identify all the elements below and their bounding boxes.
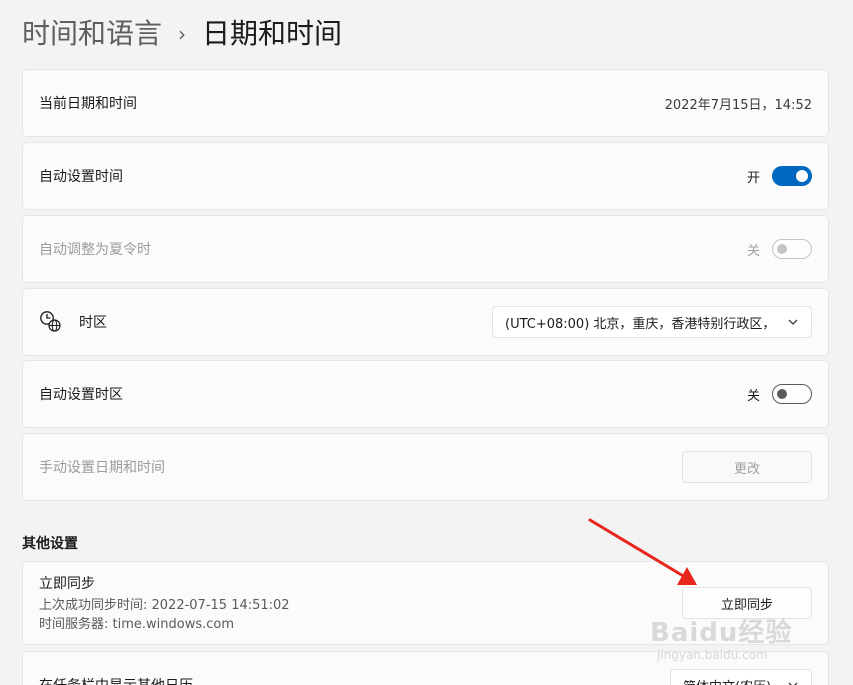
auto-time-card: 自动设置时间 开 <box>22 142 829 210</box>
toggle-knob <box>777 389 787 399</box>
chevron-down-icon <box>788 319 798 325</box>
current-datetime-label: 当前日期和时间 <box>39 96 137 112</box>
calendar-selected: 简体中文(农历) <box>683 676 777 685</box>
toggle-knob <box>777 244 787 254</box>
manual-set-label: 手动设置日期和时间 <box>39 460 165 476</box>
auto-time-toggle[interactable] <box>772 166 812 186</box>
calendar-dropdown[interactable]: 简体中文(农历) <box>670 669 812 685</box>
auto-dst-state: 关 <box>746 243 760 259</box>
current-datetime-value: 2022年7月15日，14:52 <box>664 97 812 113</box>
auto-timezone-state: 关 <box>746 388 760 404</box>
auto-time-label: 自动设置时间 <box>39 169 123 185</box>
auto-dst-label: 自动调整为夏令时 <box>39 242 151 258</box>
auto-time-state: 开 <box>746 170 760 186</box>
timezone-card: 时区 (UTC+08:00) 北京，重庆，香港特别行政区， <box>22 288 829 356</box>
watermark-logo: Baidu经验 <box>650 618 793 648</box>
other-settings-heading: 其他设置 <box>22 536 78 552</box>
toggle-knob <box>796 170 808 182</box>
watermark-url: jingyan.baidu.com <box>657 648 768 662</box>
calendar-label: 在任务栏中显示其他日历 <box>39 675 193 685</box>
auto-dst-card: 自动调整为夏令时 关 <box>22 215 829 283</box>
breadcrumb-parent-link[interactable]: 时间和语言 <box>22 14 162 54</box>
auto-timezone-card: 自动设置时区 关 <box>22 360 829 428</box>
timezone-label: 时区 <box>79 315 107 331</box>
time-server-text: 时间服务器: time.windows.com <box>39 616 235 632</box>
sync-label: 立即同步 <box>39 575 95 592</box>
timezone-selected: (UTC+08:00) 北京，重庆，香港特别行政区， <box>505 316 776 332</box>
chevron-down-icon <box>788 682 798 685</box>
breadcrumb: 时间和语言 › 日期和时间 <box>22 14 342 54</box>
breadcrumb-separator: › <box>178 22 187 46</box>
auto-timezone-toggle[interactable] <box>772 384 812 404</box>
auto-timezone-label: 自动设置时区 <box>39 387 123 403</box>
current-datetime-card: 当前日期和时间 2022年7月15日，14:52 <box>22 69 829 137</box>
manual-set-card: 手动设置日期和时间 更改 <box>22 433 829 501</box>
auto-dst-toggle[interactable] <box>772 239 812 259</box>
last-sync-text: 上次成功同步时间: 2022-07-15 14:51:02 <box>39 597 290 613</box>
page-title: 日期和时间 <box>202 17 343 50</box>
red-arrow-annotation <box>588 518 697 585</box>
change-button[interactable]: 更改 <box>682 451 812 483</box>
globe-clock-icon <box>39 309 65 335</box>
timezone-dropdown[interactable]: (UTC+08:00) 北京，重庆，香港特别行政区， <box>492 306 812 338</box>
